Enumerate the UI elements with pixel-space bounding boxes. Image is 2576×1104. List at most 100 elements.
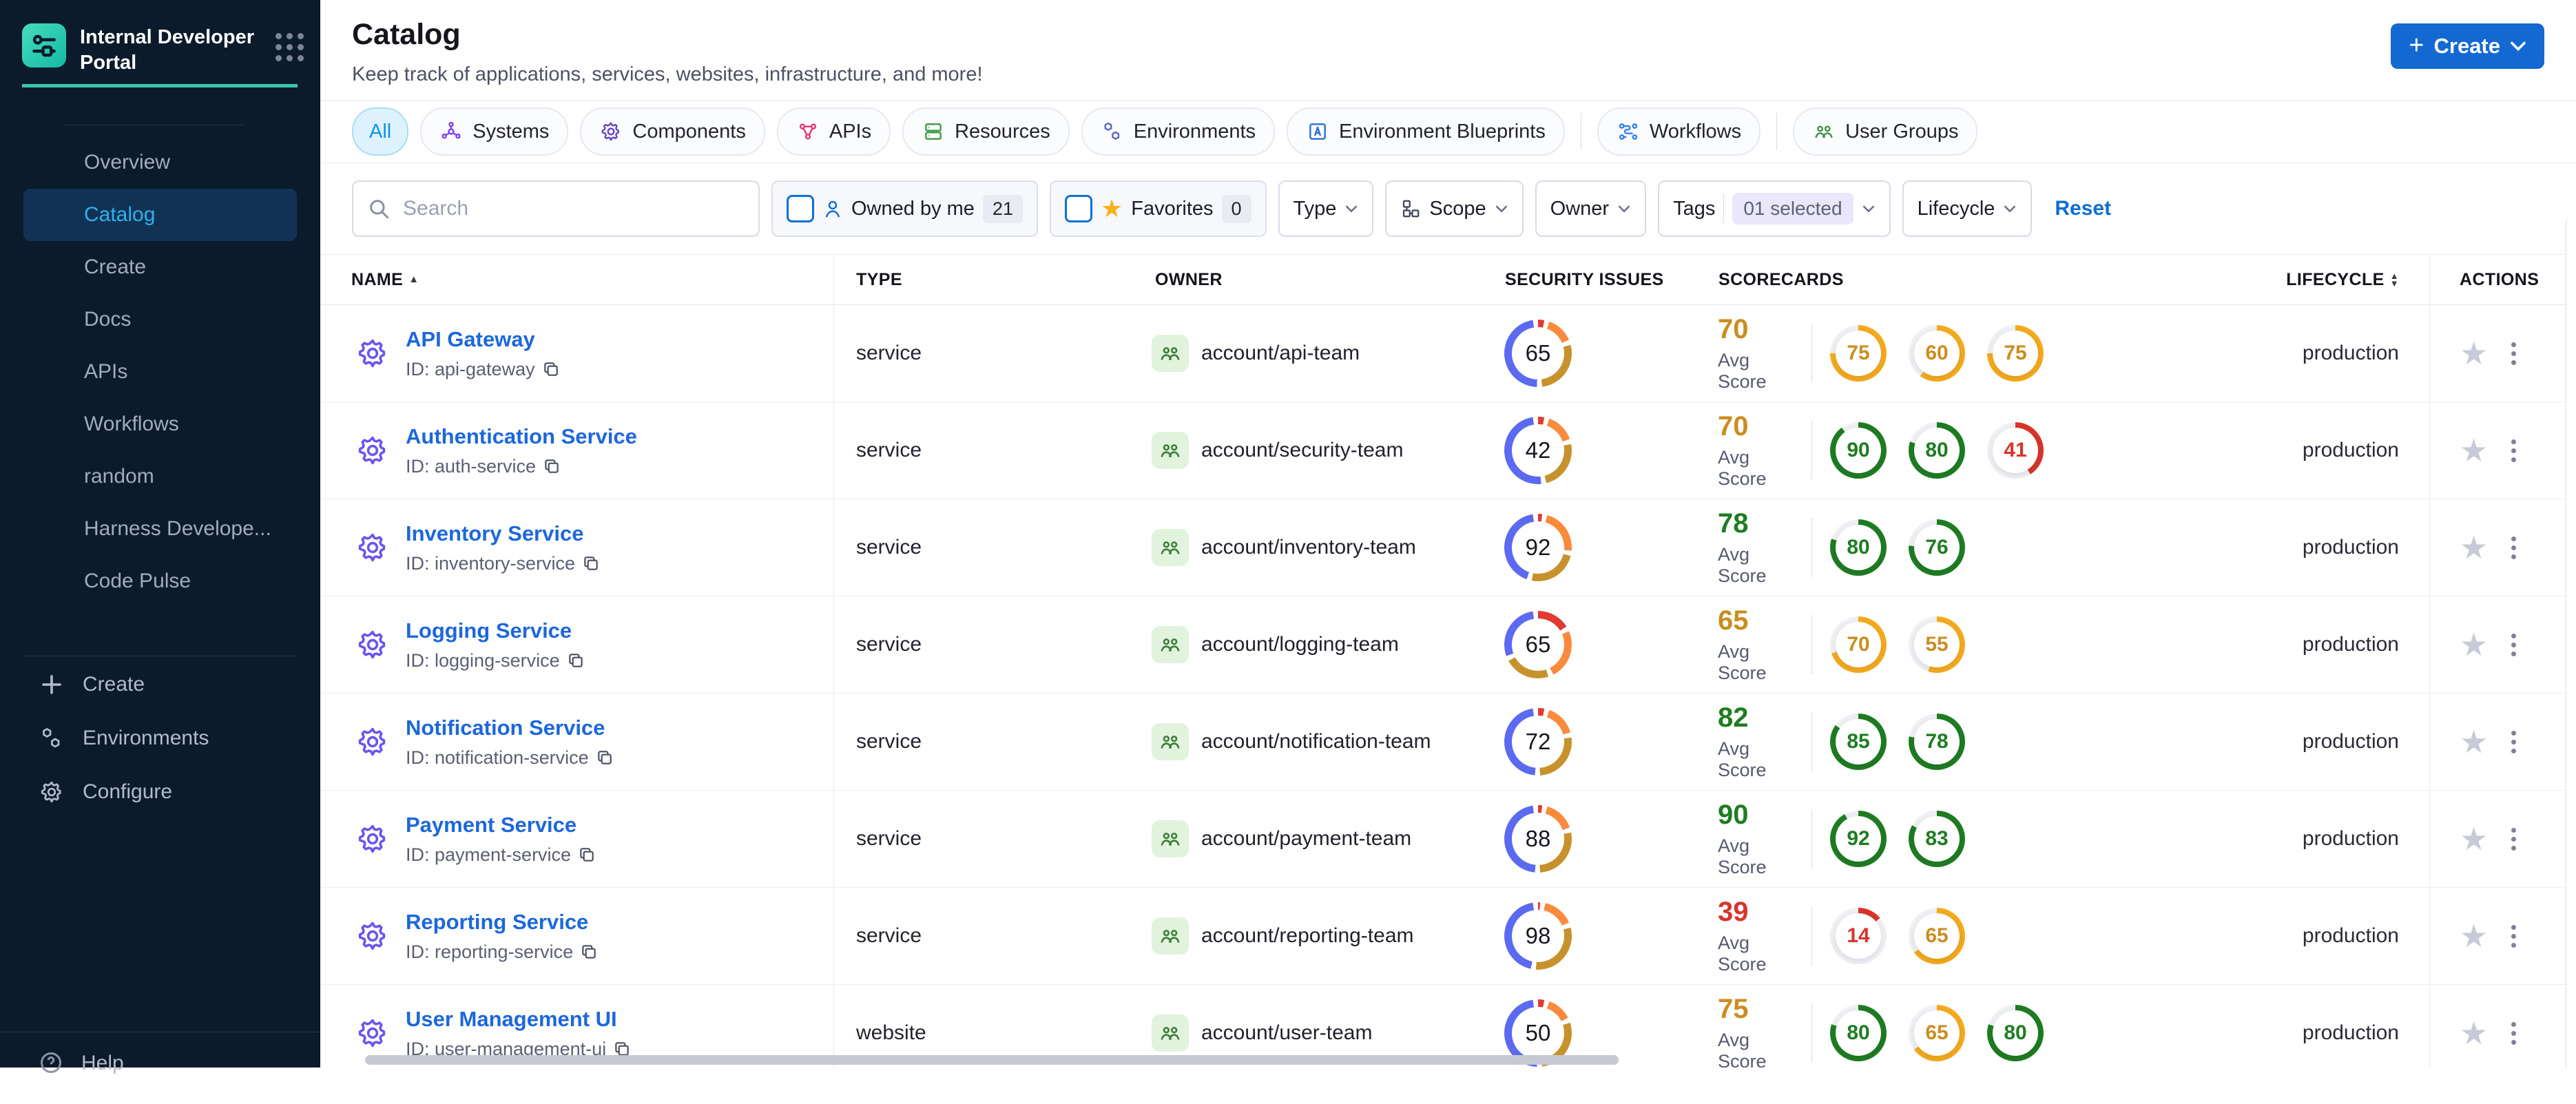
owner-dropdown[interactable]: Owner <box>1535 180 1647 237</box>
tab-user-groups[interactable]: User Groups <box>1793 107 1978 156</box>
sidebar-item-create[interactable]: Create <box>23 241 297 293</box>
tab-environment-blueprints[interactable]: Environment Blueprints <box>1287 107 1565 156</box>
entity-name-link[interactable]: Authentication Service <box>406 424 637 448</box>
tab-resources[interactable]: Resources <box>902 107 1070 156</box>
kebab-menu-icon[interactable] <box>2507 727 2520 758</box>
sidebar-item-help[interactable]: Help <box>0 1032 320 1104</box>
divider <box>1811 712 1812 771</box>
entity-name-link[interactable]: Notification Service <box>406 716 605 740</box>
gear-icon <box>356 919 389 952</box>
entity-id: ID: auth-service <box>406 456 637 477</box>
reset-filters-link[interactable]: Reset <box>2055 197 2111 220</box>
entity-name-link[interactable]: API Gateway <box>406 327 535 351</box>
favorites-filter[interactable]: ★ Favorites 0 <box>1049 180 1267 237</box>
avg-score-label: Avg Score <box>1718 933 1767 975</box>
entity-name-link[interactable]: Payment Service <box>406 813 577 837</box>
sidebar-item-docs[interactable]: Docs <box>23 293 297 346</box>
sidebar-item-workflows[interactable]: Workflows <box>23 398 297 450</box>
copy-icon[interactable] <box>567 652 585 669</box>
search-box[interactable] <box>352 180 760 237</box>
copy-icon[interactable] <box>542 360 560 378</box>
owned-by-me-filter[interactable]: Owned by me 21 <box>771 180 1038 237</box>
entity-name-link[interactable]: Reporting Service <box>406 910 588 934</box>
sidebar-bottom-group: Create Environments Configure <box>0 656 320 819</box>
sidebar-item-apis[interactable]: APIs <box>23 346 297 398</box>
entity-name-link[interactable]: Inventory Service <box>406 521 583 545</box>
security-issues-donut: 72 <box>1504 708 1572 775</box>
scope-dropdown[interactable]: Scope <box>1385 180 1524 237</box>
kebab-menu-icon[interactable] <box>2507 338 2520 369</box>
table-header-row: NAME ▲ TYPE OWNER SECURITY ISSUES SCORECA… <box>320 255 2576 305</box>
sidebar-item-environments[interactable]: Environments <box>0 711 320 765</box>
scorecard-value: 75 <box>1836 331 1881 376</box>
entity-id: ID: notification-service <box>406 747 614 769</box>
tags-dropdown[interactable]: Tags 01 selected <box>1658 180 1891 237</box>
create-button[interactable]: + Create <box>2391 23 2544 69</box>
sidebar-item-harness-develope[interactable]: Harness Develope... <box>23 503 297 555</box>
column-header-lifecycle[interactable]: LIFECYCLE ▲ ▼ <box>2142 270 2429 290</box>
copy-icon[interactable] <box>596 749 614 767</box>
app-switcher-grid-icon[interactable] <box>276 33 304 61</box>
lifecycle-value: production <box>2302 827 2399 850</box>
avg-score-value: 70 <box>1718 314 1749 344</box>
user-group-icon <box>1152 626 1189 663</box>
scorecard-value: 75 <box>1993 331 2038 376</box>
entity-name-link[interactable]: Logging Service <box>406 618 572 643</box>
column-divider <box>833 255 834 1067</box>
sidebar-item-configure[interactable]: Configure <box>0 765 320 819</box>
type-dropdown[interactable]: Type <box>1278 180 1374 237</box>
tab-all[interactable]: All <box>352 107 409 156</box>
user-group-icon <box>1152 917 1189 955</box>
column-header-security-issues: SECURITY ISSUES <box>1505 269 1664 289</box>
page-subtitle: Keep track of applications, services, we… <box>352 63 983 85</box>
avg-score-label: Avg Score <box>1718 835 1767 877</box>
page: Internal Developer Portal Overview Catalo… <box>0 0 2576 1074</box>
copy-icon[interactable] <box>582 554 600 572</box>
sidebar-item-label: Create <box>83 673 145 696</box>
kebab-menu-icon[interactable] <box>2507 532 2520 563</box>
scorecard-ring: 85 <box>1830 714 1887 770</box>
kebab-menu-icon[interactable] <box>2507 629 2520 660</box>
security-issues-count: 92 <box>1512 521 1564 574</box>
tab-environments[interactable]: Environments <box>1081 107 1276 156</box>
scorecard-value: 83 <box>1914 816 1960 862</box>
scorecard-ring: 60 <box>1909 325 1965 382</box>
entity-name-link[interactable]: User Management UI <box>406 1007 617 1031</box>
tab-apis[interactable]: APIs <box>776 107 891 156</box>
sidebar-item-catalog[interactable]: Catalog <box>23 189 297 241</box>
kebab-menu-icon[interactable] <box>2507 921 2520 952</box>
horizontal-scrollbar[interactable] <box>365 1055 1619 1065</box>
tab-workflows[interactable]: Workflows <box>1597 107 1761 156</box>
tab-label: APIs <box>829 120 872 143</box>
owner-name: account/notification-team <box>1201 730 1431 753</box>
tab-label: All <box>369 120 392 143</box>
sidebar-item-create[interactable]: Create <box>0 658 320 711</box>
lifecycle-dropdown[interactable]: Lifecycle <box>1902 180 2033 237</box>
owned-by-me-checkbox[interactable] <box>787 195 814 222</box>
copy-icon[interactable] <box>543 457 561 475</box>
column-header-owner: OWNER <box>1155 269 1223 289</box>
tab-systems[interactable]: Systems <box>420 107 569 156</box>
sidebar-item-code-pulse[interactable]: Code Pulse <box>23 555 297 607</box>
kebab-menu-icon[interactable] <box>2507 824 2520 855</box>
search-input[interactable] <box>402 196 745 221</box>
column-header-name[interactable]: NAME ▲ <box>320 270 833 290</box>
favorites-checkbox[interactable] <box>1064 195 1092 222</box>
lifecycle-value: production <box>2302 730 2399 753</box>
copy-icon[interactable] <box>578 846 596 864</box>
copy-icon[interactable] <box>580 943 598 961</box>
vertical-scrollbar[interactable] <box>2566 217 2576 1067</box>
security-issues-count: 98 <box>1512 910 1564 962</box>
scorecard-value: 14 <box>1836 913 1881 959</box>
sidebar-item-random[interactable]: random <box>23 450 297 503</box>
chevron-down-icon <box>1862 204 1876 213</box>
scorecard-ring: 80 <box>1830 519 1887 576</box>
owner-name: account/security-team <box>1201 439 1404 461</box>
kebab-menu-icon[interactable] <box>2507 1018 2520 1049</box>
scorecard-ring: 65 <box>1909 908 1965 964</box>
kebab-menu-icon[interactable] <box>2507 435 2520 466</box>
gear-icon <box>356 337 389 370</box>
sidebar-item-overview[interactable]: Overview <box>23 136 297 189</box>
page-header: Catalog Keep track of applications, serv… <box>320 0 2576 100</box>
tab-components[interactable]: Components <box>580 107 765 156</box>
